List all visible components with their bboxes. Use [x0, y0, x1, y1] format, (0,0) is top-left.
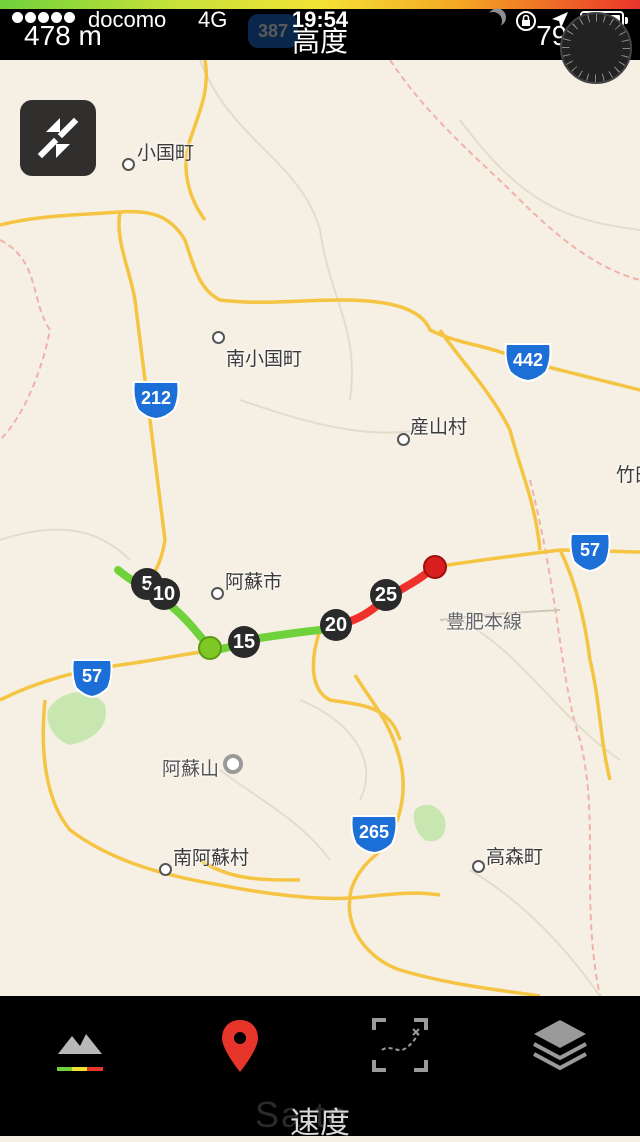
place-label: 阿蘇市 [225, 572, 283, 593]
route-number: 57 [579, 540, 601, 560]
km-marker: 20 [320, 609, 352, 641]
fit-route-button[interactable] [360, 1016, 440, 1086]
altitude-header: 387 docomo 4G 19:54 478 m 高度 796 m [0, 0, 640, 60]
map-view[interactable]: 小国町 南小国町 産山村 竹田 阿蘇市 豊肥本線 阿蘇山 南阿蘇村 高森町 44… [0, 60, 640, 996]
km-marker: 10 [148, 578, 180, 610]
collapse-arrows-icon [37, 117, 79, 159]
route-shield: 442 [502, 342, 554, 382]
railway-label: 豊肥本線 [446, 612, 523, 633]
route-shield: 57 [70, 658, 114, 698]
mountain-label: 阿蘇山 [162, 759, 220, 780]
place-dot [212, 331, 225, 344]
place-label: 産山村 [410, 417, 468, 438]
route-shield: 265 [348, 814, 400, 854]
place-dot [397, 433, 410, 446]
map-button[interactable] [200, 1016, 280, 1086]
place-label: 小国町 [137, 143, 195, 164]
bottom-toolbar: Sa te 速度 [0, 996, 640, 1140]
speed-label: 速度 [290, 1107, 350, 1140]
fit-route-icon [372, 1018, 428, 1072]
place-label: 南阿蘇村 [173, 848, 250, 869]
route-number: 212 [140, 388, 172, 408]
place-label: 南小国町 [226, 349, 303, 370]
km-marker: 15 [228, 626, 260, 658]
place-label: 竹田 [616, 465, 640, 486]
place-dot [122, 158, 135, 171]
layers-icon [533, 1020, 587, 1071]
map-pin-icon [222, 1020, 258, 1072]
layers-button[interactable] [520, 1016, 600, 1086]
place-dot [159, 863, 172, 876]
map-roads [0, 60, 640, 996]
collapse-map-button[interactable] [20, 100, 96, 176]
route-number: 57 [81, 666, 103, 686]
place-dot [211, 587, 224, 600]
elevation-icon [57, 1034, 103, 1071]
route-number: 265 [358, 822, 390, 842]
route-shield: 212 [130, 380, 182, 420]
compass-icon[interactable] [560, 12, 632, 84]
route-number: 442 [512, 350, 544, 370]
place-dot [472, 860, 485, 873]
km-marker: 25 [370, 579, 402, 611]
place-label: 高森町 [486, 847, 544, 868]
elevation-button[interactable] [40, 1016, 120, 1086]
route-shield: 57 [568, 532, 612, 572]
